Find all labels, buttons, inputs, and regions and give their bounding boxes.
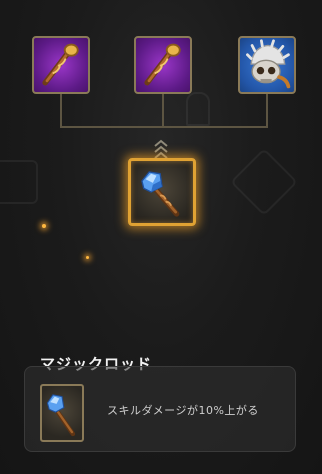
recipe-connector [162,94,164,128]
item-info-panel: スキルダメージが10%上がる [24,366,296,452]
sparkle [42,224,46,228]
wooden-staff-icon [144,43,181,86]
background-ghost-shape [186,92,210,126]
skull-helmet-icon [246,39,291,89]
chevron-up-icon [154,139,168,159]
material-slot-staff-1[interactable] [32,36,90,94]
wooden-staff-icon [42,43,79,86]
magic-rod-icon [46,394,76,437]
item-info-icon-frame [40,384,84,442]
sparkle [86,256,89,259]
item-description: スキルダメージが10%上がる [107,404,259,417]
recipe-connector [60,94,62,128]
magic-rod-icon [141,171,180,217]
background-ghost-shape [0,160,38,204]
crafted-item-slot[interactable] [128,158,196,226]
material-slot-staff-2[interactable] [134,36,192,94]
recipe-connector [266,94,268,128]
recipe-connector [60,126,268,128]
material-slot-skull-helmet[interactable] [238,36,296,94]
